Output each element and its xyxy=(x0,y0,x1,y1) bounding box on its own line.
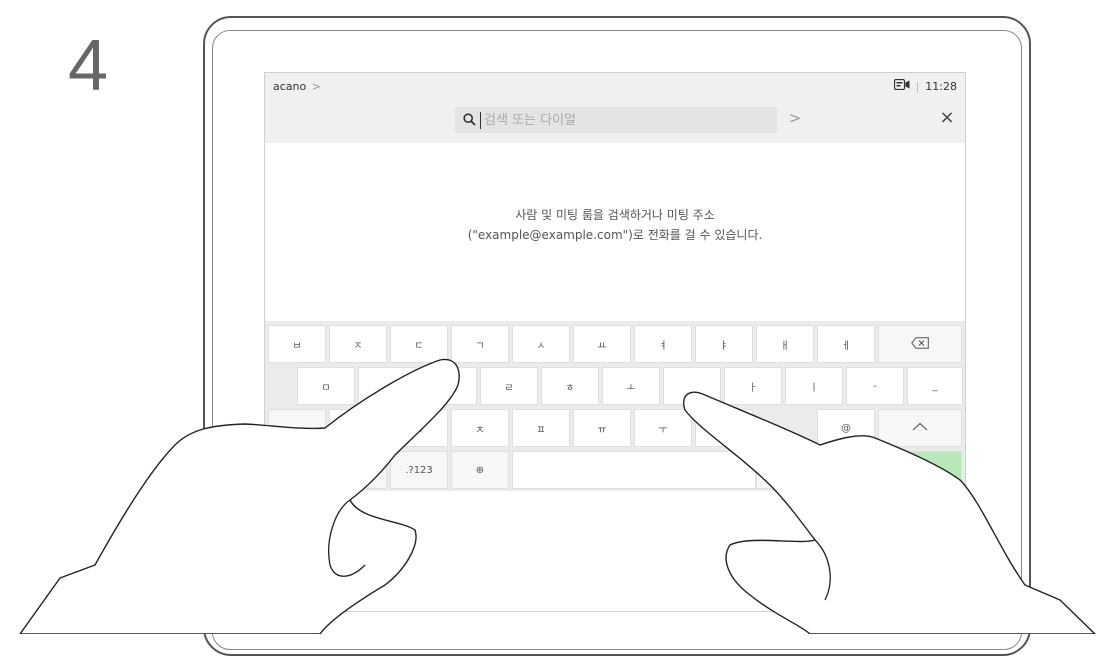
key[interactable] xyxy=(268,409,326,447)
space-key[interactable] xyxy=(512,451,756,489)
chevron-up-icon xyxy=(912,422,928,434)
backspace-icon xyxy=(911,336,929,352)
key[interactable]: ㅎ xyxy=(541,367,599,405)
key[interactable]: @ xyxy=(817,409,875,447)
key[interactable]: ㅔ xyxy=(817,325,875,363)
key[interactable]: - xyxy=(846,367,904,405)
key[interactable]: ㅂ xyxy=(268,325,326,363)
key[interactable] xyxy=(663,367,721,405)
key[interactable]: ㄱ xyxy=(451,325,509,363)
backspace-key[interactable] xyxy=(878,325,962,363)
go-button[interactable]: > xyxy=(785,109,805,127)
search-topbar: acano > | 11:28 검색 또는 다이얼 > × xyxy=(265,73,965,143)
search-hint: 사람 및 미팅 룸을 검색하거나 미팅 주소 ("example@example… xyxy=(265,205,965,245)
search-field[interactable] xyxy=(455,107,777,133)
search-input[interactable] xyxy=(480,111,766,129)
key[interactable]: ㅠ xyxy=(573,409,631,447)
on-screen-keyboard: ㅂ ㅈ ㄷ ㄱ ㅅ ㅛ ㅕ ㅑ ㅐ ㅔ ㅁ ㄹ ㅎ ㅗ ㅏ ㅣ - _ ㅌ ㅊ … xyxy=(265,321,965,491)
key[interactable] xyxy=(695,409,753,447)
step-number: 4 xyxy=(68,26,109,106)
key[interactable]: ㅑ xyxy=(695,325,753,363)
breadcrumb[interactable]: acano > xyxy=(273,80,321,93)
key[interactable]: _ xyxy=(907,367,963,405)
key[interactable] xyxy=(329,409,387,447)
key[interactable] xyxy=(358,367,416,405)
key[interactable]: ㅗ xyxy=(602,367,660,405)
video-camera-icon[interactable] xyxy=(893,78,910,93)
close-button[interactable]: × xyxy=(937,107,957,128)
key[interactable]: ㅈ xyxy=(329,325,387,363)
key[interactable]: ㅣ xyxy=(785,367,843,405)
search-icon xyxy=(463,111,476,130)
key[interactable]: ㅜ xyxy=(634,409,692,447)
hint-line-2: ("example@example.com")로 전화를 걸 수 있습니다. xyxy=(467,228,763,242)
shift-key[interactable] xyxy=(878,409,962,447)
status-area: | 11:28 xyxy=(893,78,957,93)
enter-key[interactable] xyxy=(878,451,962,489)
status-separator: | xyxy=(915,79,920,93)
key[interactable]: ㅁ xyxy=(297,367,355,405)
key[interactable]: ㄷ xyxy=(390,325,448,363)
key[interactable]: ㅅ xyxy=(512,325,570,363)
key[interactable]: ㅛ xyxy=(573,325,631,363)
key[interactable]: ㅏ xyxy=(724,367,782,405)
breadcrumb-label: acano xyxy=(273,80,307,93)
key[interactable] xyxy=(329,451,387,489)
key[interactable] xyxy=(419,367,477,405)
key[interactable]: ㅐ xyxy=(756,325,814,363)
key[interactable]: ㅍ xyxy=(512,409,570,447)
chevron-right-icon: > xyxy=(311,80,321,93)
key[interactable]: ㅌ xyxy=(390,409,448,447)
clock-time: 11:28 xyxy=(925,79,957,93)
key[interactable]: ㅊ xyxy=(451,409,509,447)
numbers-key[interactable]: .?123 xyxy=(390,451,448,489)
touch-screen: acano > | 11:28 검색 또는 다이얼 > × 사람 및 미팅 룸을… xyxy=(264,72,966,612)
globe-icon[interactable]: ⊕ xyxy=(451,451,509,489)
key-hidden[interactable] xyxy=(756,451,876,489)
hint-line-1: 사람 및 미팅 룸을 검색하거나 미팅 주소 xyxy=(515,208,715,222)
key[interactable]: ㄹ xyxy=(480,367,538,405)
key[interactable]: ㅕ xyxy=(634,325,692,363)
